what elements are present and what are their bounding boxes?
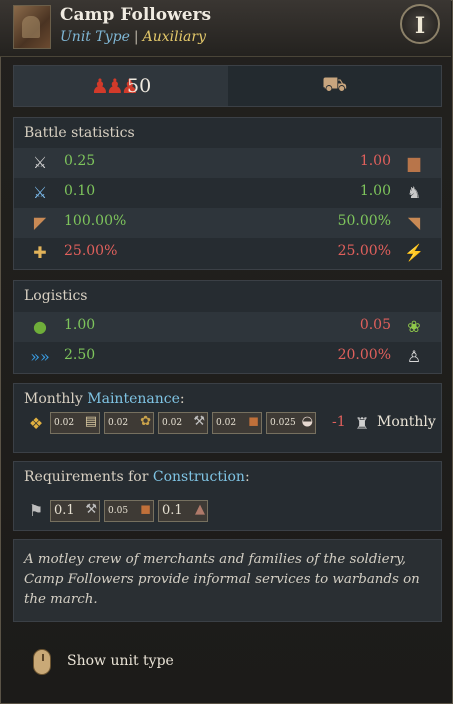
boot-icon: ♞: [406, 183, 422, 202]
resource-value: 0.1: [162, 503, 183, 518]
stat-row: ⚔ 0.25 1.00 ▆: [14, 148, 441, 178]
speed-arrows-icon: »»: [30, 347, 50, 366]
unit-class: Auxiliary: [142, 29, 206, 45]
tools-icon: ⚒: [85, 502, 97, 517]
boot-value: 1.00: [359, 183, 391, 199]
monthly-label: Monthly: [377, 414, 436, 430]
unit-type-label: Unit Type: [60, 29, 130, 45]
leather-icon: ◼: [248, 414, 259, 429]
tooltip-header: Camp Followers Unit Type | Auxiliary I: [0, 0, 451, 57]
maintenance-title-highlight: Maintenance: [87, 391, 180, 407]
maintenance-title-suffix: :: [179, 391, 185, 407]
resource-value: 0.02: [216, 418, 237, 428]
mouse-icon: [33, 649, 51, 675]
injury-value: 25.00%: [64, 243, 118, 259]
maintenance-resource: 0.02 ▤: [50, 412, 100, 434]
battle-statistics-title: Battle statistics: [24, 125, 135, 141]
leather-icon: ◼: [140, 502, 151, 517]
soldiers-icon-cell: ♟♟♟ 50: [14, 66, 228, 106]
resource-value: 0.1: [54, 503, 75, 518]
construction-resource: 0.1 ▲: [158, 500, 208, 522]
stat-row: ✚ 25.00% 25.00% ⚡: [14, 238, 441, 268]
food-sack-icon: ●: [33, 317, 47, 336]
bricks-value: 1.00: [359, 153, 391, 169]
unit-title: Camp Followers: [60, 5, 212, 25]
maintenance-resource: 0.02 ✿: [104, 412, 154, 434]
gold-coins-icon: ❖: [28, 414, 44, 433]
morale-icon: ⚡: [404, 243, 424, 262]
battle-statistics-panel: Battle statistics ⚔ 0.25 1.00 ▆ ⚔ 0.10 1…: [13, 117, 442, 270]
flag-icon: ⚑: [28, 501, 44, 520]
logistics-panel: Logistics ● 1.00 0.05 ❀ »» 2.50 20.00% ♙: [13, 280, 442, 374]
maintenance-title: Monthly Maintenance:: [24, 391, 185, 407]
camp-icon: ▲: [195, 502, 205, 517]
maintenance-title-prefix: Monthly: [24, 391, 88, 407]
construction-resource: 0.1 ⚒: [50, 500, 100, 522]
food-value: 1.00: [64, 317, 96, 333]
maintenance-resource: 0.02 ⚒: [158, 412, 208, 434]
resource-value: 0.05: [108, 506, 129, 516]
stat-row: »» 2.50 20.00% ♙: [14, 342, 441, 372]
construction-title-highlight: Construction: [152, 469, 245, 485]
shield-value: 100.00%: [64, 213, 127, 229]
unit-subtitle: Unit Type | Auxiliary: [60, 29, 206, 45]
unit-count-bar: ♟♟♟ 50 ⛟: [13, 65, 442, 107]
unit-portrait: [13, 5, 51, 49]
stat-row: ⚔ 0.10 1.00 ♞: [14, 178, 441, 208]
show-unit-type-label[interactable]: Show unit type: [67, 653, 174, 669]
resource-value: 0.02: [162, 418, 183, 428]
locked-shield-value: 50.00%: [337, 213, 391, 229]
construction-panel: Requirements for Construction: ⚑ 0.1 ⚒ 0.…: [13, 461, 442, 531]
construction-title-suffix: :: [244, 469, 250, 485]
unrest-icon: ♙: [406, 347, 422, 366]
info-button[interactable]: I: [400, 4, 440, 44]
melee-attack-icon: ⚔: [32, 153, 48, 172]
melee-attack-value: 0.25: [64, 153, 96, 169]
resource-value: 0.02: [108, 418, 129, 428]
morale-value: 25.00%: [337, 243, 391, 259]
unrest-value: 20.00%: [337, 347, 391, 363]
charge-value: 0.10: [64, 183, 96, 199]
tools-icon: ⚒: [193, 414, 205, 429]
stat-row: ◤ 100.00% 50.00% ◥: [14, 208, 441, 238]
injury-icon: ✚: [33, 243, 47, 262]
construction-title: Requirements for Construction:: [24, 469, 250, 485]
cabbage-icon: ❀: [407, 317, 421, 336]
cabbage-value: 0.05: [359, 317, 391, 333]
resource-value: 0.02: [54, 418, 75, 428]
unit-description: A motley crew of merchants and families …: [13, 539, 442, 622]
charge-icon: ⚔: [32, 183, 48, 202]
subtitle-separator: |: [133, 29, 139, 45]
supply-wagon-icon: ⛟: [322, 72, 348, 96]
construction-title-prefix: Requirements for: [24, 469, 153, 485]
speed-value: 2.50: [64, 347, 96, 363]
construction-resource: 0.05 ◼: [104, 500, 154, 522]
shield-icon: ◤: [33, 213, 47, 232]
stat-row: ● 1.00 0.05 ❀: [14, 312, 441, 342]
maintenance-delta: -1: [332, 414, 346, 430]
locked-shield-icon: ◥: [407, 213, 421, 232]
salt-icon: ◒: [301, 414, 313, 429]
resource-value: 0.025: [270, 418, 296, 428]
bricks-icon: ▆: [407, 153, 421, 172]
soldiers-icon: ♜: [354, 414, 370, 433]
food-icon: ✿: [140, 414, 151, 429]
supply-wagon-cell: ⛟: [228, 66, 441, 106]
maintenance-resource: 0.025 ◒: [266, 412, 316, 434]
logistics-title: Logistics: [24, 288, 88, 304]
scroll-icon: ▤: [84, 414, 97, 429]
maintenance-panel: Monthly Maintenance: ❖ 0.02 ▤ 0.02 ✿ 0.02 ⚒…: [13, 383, 442, 453]
maintenance-resource: 0.02 ◼: [212, 412, 262, 434]
unit-count: 50: [127, 75, 152, 97]
